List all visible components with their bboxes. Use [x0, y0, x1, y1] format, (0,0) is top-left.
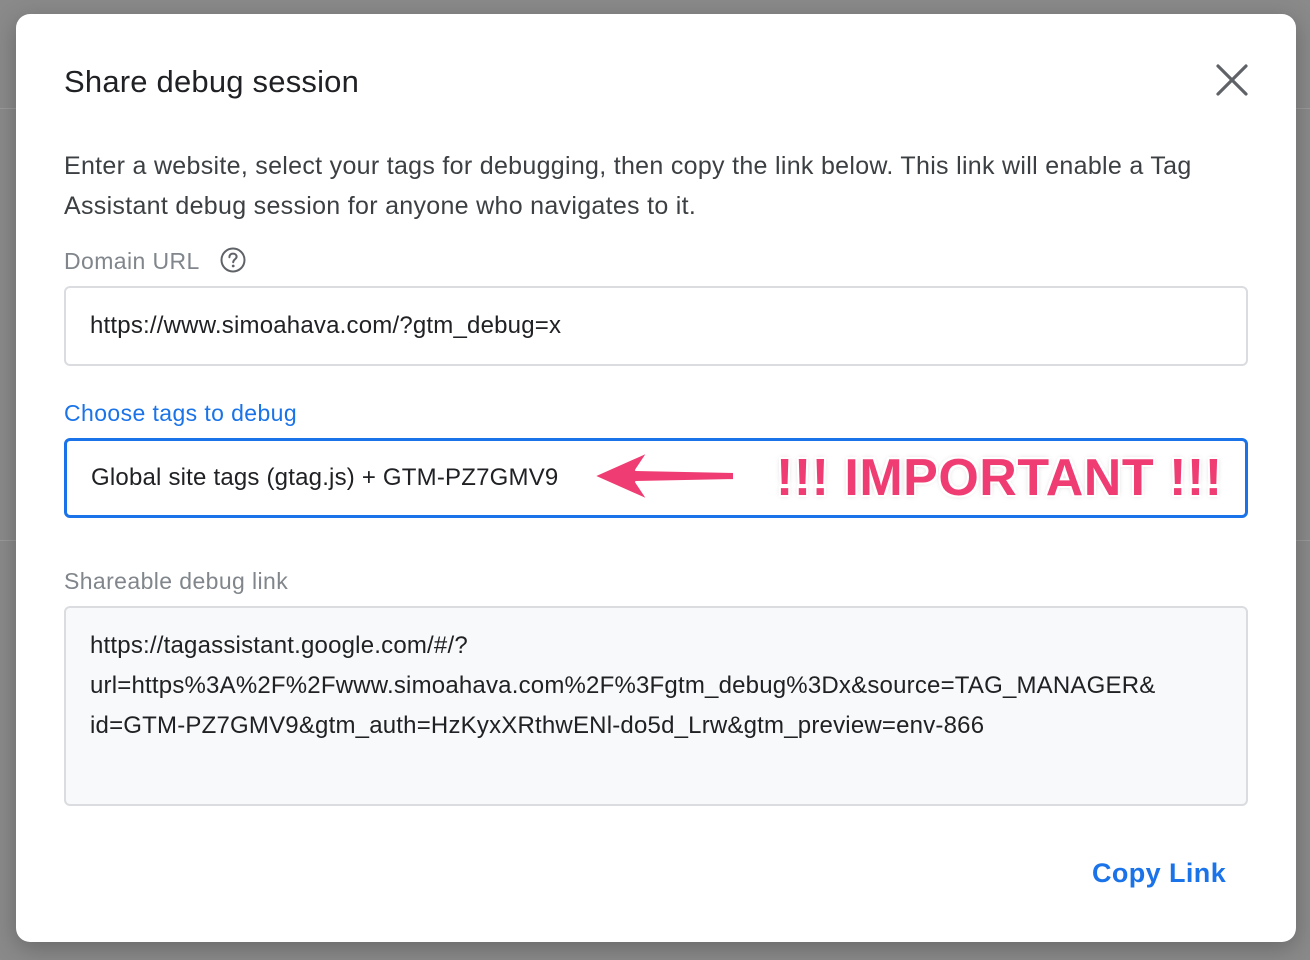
important-annotation: !!! IMPORTANT !!! [776, 449, 1223, 507]
dialog-description: Enter a website, select your tags for de… [64, 152, 1192, 220]
background-divider [1296, 108, 1310, 109]
shareable-link-label: Shareable debug link [64, 568, 289, 594]
background-divider [1296, 540, 1310, 541]
help-button[interactable] [220, 247, 246, 273]
link-line: id=GTM-PZ7GMV9&gtm_auth=HzKyxXRthwENl-do… [90, 712, 985, 739]
link-line: https://tagassistant.google.com/#/? [90, 632, 468, 659]
link-line: url=https%3A%2F%2Fwww.simoahava.com%2F%3… [90, 672, 1156, 699]
help-circle-icon [220, 247, 246, 273]
choose-tags-label: Choose tags to debug [64, 400, 298, 426]
share-debug-dialog: Share debug session Enter a website, sel… [16, 14, 1296, 942]
domain-url-label: Domain URL [64, 248, 200, 274]
copy-link-button[interactable]: Copy Link [1092, 858, 1226, 889]
domain-url-input[interactable]: https://www.simoahava.com/?gtm_debug=x [64, 286, 1248, 366]
background-divider [0, 108, 16, 109]
close-button[interactable] [1212, 60, 1252, 100]
close-icon [1216, 64, 1248, 96]
annotation-arrow [588, 446, 738, 506]
dialog-title: Share debug session [64, 64, 360, 99]
shareable-link-textarea[interactable]: https://tagassistant.google.com/#/? url=… [64, 606, 1248, 806]
background-divider [0, 540, 16, 541]
left-arrow-icon [593, 451, 735, 501]
